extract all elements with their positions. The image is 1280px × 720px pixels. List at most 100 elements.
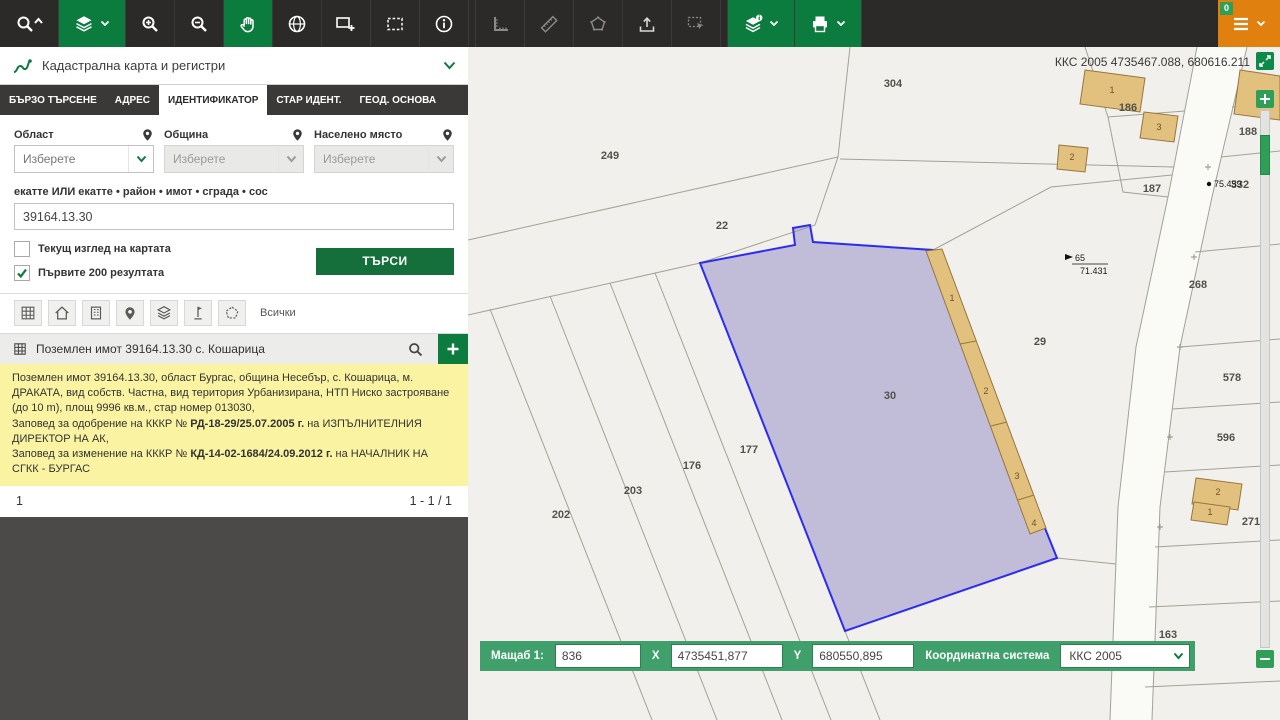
location-pin-icon[interactable] (141, 128, 154, 142)
obshtina-select[interactable]: Изберете (164, 145, 304, 173)
chevron-down-icon (100, 20, 110, 27)
building-label-2b: 2 (1069, 152, 1074, 162)
select-rectangle-icon (686, 14, 706, 34)
search-panel-toggle-button[interactable] (0, 0, 59, 47)
tab-quick-search[interactable]: БЪРЗО ТЪРСЕНЕ (0, 85, 106, 115)
chevron-down-icon (1256, 20, 1266, 27)
measure-area-button[interactable] (574, 0, 623, 47)
filter-layers-button[interactable] (150, 300, 178, 326)
zoom-out-icon (189, 14, 209, 34)
zoom-in-button[interactable] (1256, 90, 1274, 108)
filter-building-button[interactable] (82, 300, 110, 326)
parcel-label-202: 202 (552, 509, 570, 521)
ruler-icon (539, 14, 559, 34)
obshtina-label-row: Община (164, 125, 304, 145)
zoom-slider[interactable] (1260, 110, 1270, 648)
panel-header[interactable]: Кадастрална карта и регистри (0, 47, 468, 85)
printer-icon (810, 14, 830, 34)
export-button[interactable] (623, 0, 672, 47)
result-item-header[interactable]: Поземлен имот 39164.13.30 с. Кошарица (0, 333, 468, 364)
pan-tool-button[interactable] (224, 0, 273, 47)
location-pin-icon[interactable] (291, 128, 304, 142)
layers-menu-button[interactable] (59, 0, 126, 47)
parcel-label-186: 186 (1119, 102, 1137, 114)
measure-distance-button[interactable] (525, 0, 574, 47)
tab-identifier[interactable]: ИДЕНТИФИКАТОР (159, 85, 267, 115)
zoom-in-tool-button[interactable] (126, 0, 175, 47)
building-label-3b: 3 (1156, 122, 1161, 132)
naseleno-select[interactable]: Изберете (314, 145, 454, 173)
fullscreen-button[interactable] (1256, 52, 1274, 70)
full-extent-button[interactable] (273, 0, 322, 47)
chevron-down-icon (1173, 652, 1184, 660)
geodetic-label-65: 65 (1075, 253, 1085, 263)
filter-polygon-button[interactable] (218, 300, 246, 326)
filter-point-button[interactable] (116, 300, 144, 326)
ekatte-label: екатте ИЛИ екатте • район • имот • сград… (14, 186, 454, 198)
select-features-button[interactable] (672, 0, 721, 47)
check-icon (16, 267, 28, 279)
crs-select[interactable]: ККС 2005 (1060, 644, 1190, 668)
naseleno-label: Населено място (314, 129, 402, 141)
zoom-control (1256, 52, 1274, 668)
zoom-slider-handle[interactable] (1260, 135, 1270, 175)
selection-list-button[interactable]: 0 (1218, 0, 1280, 47)
filter-geodetic-button[interactable] (184, 300, 212, 326)
oblast-select[interactable]: Изберете (14, 145, 154, 173)
oblast-label: Област (14, 129, 54, 141)
add-result-button[interactable] (438, 334, 468, 364)
parcel-label-596: 596 (1217, 432, 1235, 444)
measure-coordinates-button[interactable] (475, 0, 525, 47)
geodetic-label-71431: 71.431 (1080, 266, 1108, 276)
parcel-label-22: 22 (716, 220, 728, 232)
scale-label: Мащаб 1: (485, 650, 550, 662)
filter-grid-button[interactable] (14, 300, 42, 326)
identifier-input[interactable] (14, 203, 454, 230)
print-menu-button[interactable] (795, 0, 862, 47)
expand-icon (1259, 55, 1271, 67)
tab-old-identifier[interactable]: СТАР ИДЕНТ. (267, 85, 350, 115)
home-icon (53, 304, 71, 322)
x-coordinate-input[interactable] (671, 644, 783, 668)
info-tool-button[interactable] (420, 0, 469, 47)
result-details[interactable]: Поземлен имот 39164.13.30, област Бургас… (0, 364, 468, 486)
chevron-down-icon[interactable] (443, 61, 456, 70)
tab-address[interactable]: АДРЕС (106, 85, 159, 115)
list-icon (1232, 16, 1250, 32)
y-label: Y (788, 650, 808, 662)
zoom-out-button[interactable] (1256, 650, 1274, 668)
zoom-out-tool-button[interactable] (175, 0, 224, 47)
layer-info-menu-button[interactable] (727, 0, 795, 47)
map-viewport[interactable]: 304 249 22 30 29 177 176 203 202 186 187… (468, 47, 1280, 720)
plus-icon (1259, 93, 1271, 105)
pan-hand-icon (238, 14, 258, 34)
tab-geodetic-basis[interactable]: ГЕОД. ОСНОВА (350, 85, 445, 115)
coordinate-readout: ККС 2005 4735467.088, 680616.211 (1055, 55, 1250, 69)
current-view-checkbox[interactable] (14, 241, 30, 257)
parcel-label-163: 163 (1159, 629, 1177, 641)
cadastral-map[interactable]: 304 249 22 30 29 177 176 203 202 186 187… (468, 47, 1280, 720)
filter-all-label[interactable]: Всички (260, 307, 296, 319)
location-pin-icon[interactable] (441, 128, 454, 142)
building-label-1: 1 (949, 293, 954, 303)
filter-home-button[interactable] (48, 300, 76, 326)
zoom-to-result-button[interactable] (400, 334, 430, 364)
zoom-rectangle-button[interactable] (322, 0, 371, 47)
pin-icon (123, 306, 137, 321)
first-200-checkbox-row[interactable]: Първите 200 резултата (14, 265, 316, 281)
y-coordinate-input[interactable] (812, 644, 914, 668)
globe-icon (287, 14, 307, 34)
obshtina-select-value: Изберете (173, 152, 225, 166)
panel-filler (0, 517, 468, 720)
scale-input[interactable] (555, 644, 641, 668)
previous-extent-button[interactable] (371, 0, 420, 47)
result-line-1: Поземлен имот 39164.13.30, област Бургас… (12, 372, 449, 414)
first-200-checkbox[interactable] (14, 265, 30, 281)
page-number[interactable]: 1 (16, 494, 23, 508)
info-icon (434, 14, 454, 34)
building-label-1c: 1 (1207, 507, 1212, 517)
search-button[interactable]: ТЪРСИ (316, 248, 454, 275)
crs-label: Координатна система (919, 650, 1055, 662)
parcel-label-188: 188 (1239, 126, 1257, 138)
current-view-checkbox-row[interactable]: Текущ изглед на картата (14, 241, 316, 257)
